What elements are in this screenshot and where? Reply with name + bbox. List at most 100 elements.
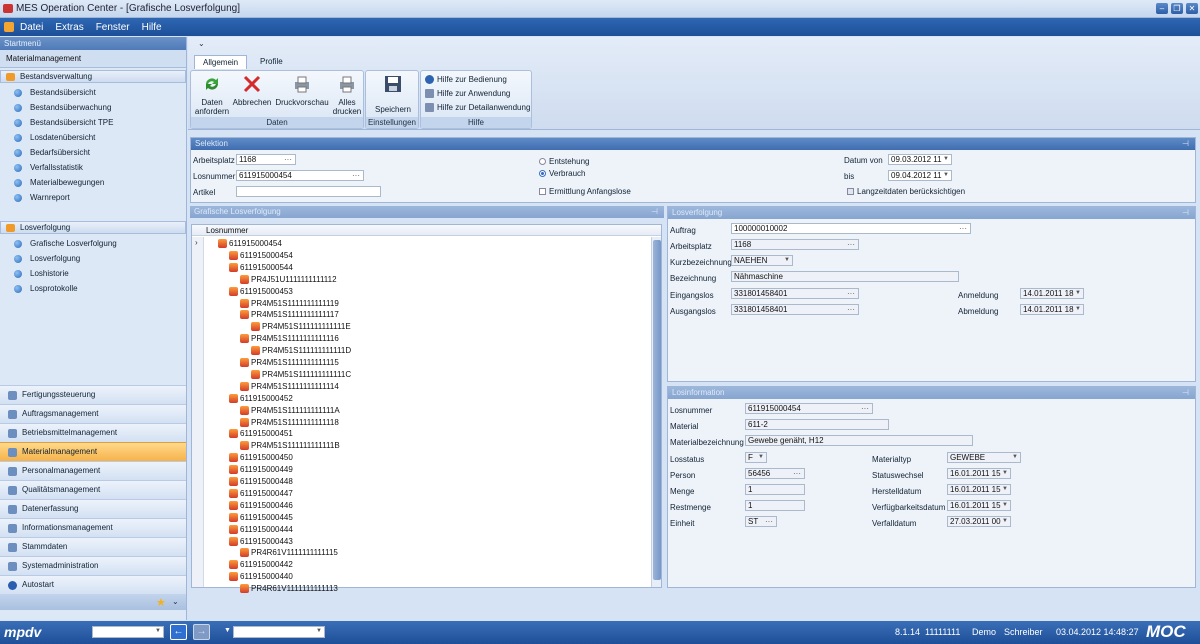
nav-systemadministration[interactable]: Systemadministration xyxy=(0,556,186,575)
hilfe-anwendung-button[interactable]: Hilfe zur Anwendung xyxy=(425,89,510,98)
losstatus-field[interactable]: F ▼ xyxy=(745,452,767,463)
tree-node[interactable]: PR4M51S1111111111114 xyxy=(240,381,339,392)
tree-node[interactable]: 611915000450 xyxy=(229,452,293,463)
pin-icon[interactable]: ⊣ xyxy=(1182,387,1189,399)
tree-node[interactable]: PR4M51S111111111111B xyxy=(240,440,340,451)
sidebar-item-bestandsuebersicht-tpe[interactable]: Bestandsübersicht TPE xyxy=(0,115,186,130)
menu-fenster[interactable]: Fenster xyxy=(96,22,130,33)
tree-node[interactable]: PR4M51S1111111111116 xyxy=(240,333,339,344)
tree-node[interactable]: PR4R61V1111111111115 xyxy=(240,547,338,558)
minimize-icon[interactable]: – xyxy=(1156,3,1168,14)
bezeichnung-field[interactable]: Nähmaschine xyxy=(731,271,959,282)
checkbox-anfangslose[interactable] xyxy=(539,188,546,195)
nav-datenerfassung[interactable]: Datenerfassung xyxy=(0,499,186,518)
scrollbar-thumb[interactable] xyxy=(653,240,661,580)
pin-icon[interactable]: ⊣ xyxy=(651,206,658,218)
datum-von-field[interactable]: 09.03.2012 11 ▼ xyxy=(888,154,952,165)
tree-node[interactable]: 611915000445 xyxy=(229,512,293,523)
pin-icon[interactable]: ⊣ xyxy=(1182,207,1189,219)
radio-entstehung[interactable] xyxy=(539,158,546,165)
tree-node[interactable]: 611915000454 xyxy=(218,238,282,249)
tree-node[interactable]: 611915000544 xyxy=(229,262,293,273)
history-dropdown-icon[interactable]: ▼ xyxy=(224,627,231,634)
chevron-down-icon[interactable]: ⌄ xyxy=(172,597,179,606)
hilfe-bedienung-button[interactable]: Hilfe zur Bedienung xyxy=(425,75,507,84)
sidebar-item-materialbewegungen[interactable]: Materialbewegungen xyxy=(0,175,186,190)
nav-stammdaten[interactable]: Stammdaten xyxy=(0,537,186,556)
sidebar-item-losverfolgung[interactable]: Losverfolgung xyxy=(0,251,186,266)
tab-allgemein[interactable]: Allgemein xyxy=(194,55,248,69)
sidebar-item-verfallsstatistik[interactable]: Verfallsstatistik xyxy=(0,160,186,175)
pin-icon[interactable]: ⊣ xyxy=(1182,138,1189,150)
app-menu-icon[interactable] xyxy=(4,22,14,32)
quick-access-icon[interactable]: ⌄ xyxy=(198,39,205,48)
artikel-field[interactable] xyxy=(236,186,381,197)
nav-qualitaetsmanagement[interactable]: Qualitätsmanagement xyxy=(0,480,186,499)
tree-node[interactable]: 611915000442 xyxy=(229,559,293,570)
tree-node[interactable]: PR4R61V1111111111113 xyxy=(240,583,338,594)
menu-datei[interactable]: Datei xyxy=(20,22,43,33)
section-losverfolgung[interactable]: Losverfolgung xyxy=(0,221,186,234)
sidebar-item-losprotokolle[interactable]: Losprotokolle xyxy=(0,281,186,296)
section-bestandsverwaltung[interactable]: Bestandsverwaltung xyxy=(0,70,186,83)
tree-node[interactable]: 611915000444 xyxy=(229,524,293,535)
tree-node[interactable]: PR4J51U1111111111112 xyxy=(240,274,337,285)
nav-personalmanagement[interactable]: Personalmanagement xyxy=(0,461,186,480)
menge-field[interactable]: 1 xyxy=(745,484,805,495)
sidebar-item-bedarfsuebersicht[interactable]: Bedarfsübersicht xyxy=(0,145,186,160)
speichern-button[interactable]: Speichern xyxy=(368,74,418,114)
status-combo-2[interactable]: ▼ xyxy=(233,626,325,638)
einheit-field[interactable]: ST ··· xyxy=(745,516,777,527)
checkbox-langzeit[interactable] xyxy=(847,188,854,195)
hilfe-detailanwendung-button[interactable]: Hilfe zur Detailanwendung xyxy=(425,103,530,112)
tree-node[interactable]: 611915000452 xyxy=(229,393,293,404)
sidebar-item-loshistorie[interactable]: Loshistorie xyxy=(0,266,186,281)
daten-anfordern-button[interactable]: Daten anfordern xyxy=(193,74,231,116)
tree-node[interactable]: 611915000440 xyxy=(229,571,293,582)
tree-node[interactable]: 611915000448 xyxy=(229,476,293,487)
favorites-star-icon[interactable]: ★ xyxy=(156,596,166,609)
tree-scrollbar[interactable] xyxy=(651,237,661,587)
anmeldung-field[interactable]: 14.01.2011 18 ▼ xyxy=(1020,288,1084,299)
tab-profile[interactable]: Profile xyxy=(252,55,291,69)
tree-node[interactable]: 611915000447 xyxy=(229,488,293,499)
nav-fertigungssteuerung[interactable]: Fertigungssteuerung xyxy=(0,385,186,404)
tree-node[interactable]: 611915000449 xyxy=(229,464,293,475)
nav-betriebsmittelmanagement[interactable]: Betriebsmittelmanagement xyxy=(0,423,186,442)
arbeitsplatz-field[interactable]: 1168 ··· xyxy=(236,154,296,165)
materialtyp-field[interactable]: GEWEBE ▼ xyxy=(947,452,1021,463)
li-losnummer-field[interactable]: 611915000454 ··· xyxy=(745,403,873,414)
nav-materialmanagement[interactable]: Materialmanagement xyxy=(0,442,186,461)
tree-node[interactable]: 611915000451 xyxy=(229,428,293,439)
alles-drucken-button[interactable]: Alles drucken xyxy=(331,74,363,116)
menu-hilfe[interactable]: Hilfe xyxy=(142,22,162,33)
material-field[interactable]: 611-2 xyxy=(745,419,889,430)
nav-autostart[interactable]: Autostart xyxy=(0,575,186,594)
forward-arrow-icon[interactable]: → xyxy=(193,624,210,640)
ausgangslos-field[interactable]: 331801458401 ··· xyxy=(731,304,859,315)
statuswechsel-field[interactable]: 16.01.2011 15 ▼ xyxy=(947,468,1011,479)
restmenge-field[interactable]: 1 xyxy=(745,500,805,511)
abmeldung-field[interactable]: 14.01.2011 18 ▼ xyxy=(1020,304,1084,315)
kurzbezeichnung-field[interactable]: NAEHEN ▼ xyxy=(731,255,793,266)
sidebar-item-warnreport[interactable]: Warnreport xyxy=(0,190,186,205)
close-icon[interactable]: ✕ xyxy=(1186,3,1198,14)
druckvorschau-button[interactable]: Druckvorschau xyxy=(275,74,329,107)
back-arrow-icon[interactable]: ← xyxy=(170,624,187,640)
person-field[interactable]: 56456 ··· xyxy=(745,468,805,479)
auftrag-field[interactable]: 100000010002 ··· xyxy=(731,223,971,234)
materialbezeichnung-field[interactable]: Gewebe genäht, H12 xyxy=(745,435,973,446)
sidebar-item-bestandsuebersicht[interactable]: Bestandsübersicht xyxy=(0,85,186,100)
lv-arbeitsplatz-field[interactable]: 1168 ··· xyxy=(731,239,859,250)
verfalldatum-field[interactable]: 27.03.2011 00 ▼ xyxy=(947,516,1011,527)
maximize-icon[interactable]: ❐ xyxy=(1171,3,1183,14)
sidebar-item-bestandsueberwachung[interactable]: Bestandsüberwachung xyxy=(0,100,186,115)
tree-node[interactable]: 611915000454 xyxy=(229,250,293,261)
tree-column-header[interactable]: Losnummer xyxy=(192,225,661,236)
abbrechen-button[interactable]: Abbrechen xyxy=(231,74,273,107)
nav-auftragsmanagement[interactable]: Auftragsmanagement xyxy=(0,404,186,423)
tree-node[interactable]: 611915000453 xyxy=(229,286,293,297)
tree-node[interactable]: PR4M51S111111111111C xyxy=(251,369,351,380)
tree-node[interactable]: PR4M51S1111111111118 xyxy=(240,417,339,428)
tree-node[interactable]: 611915000446 xyxy=(229,500,293,511)
